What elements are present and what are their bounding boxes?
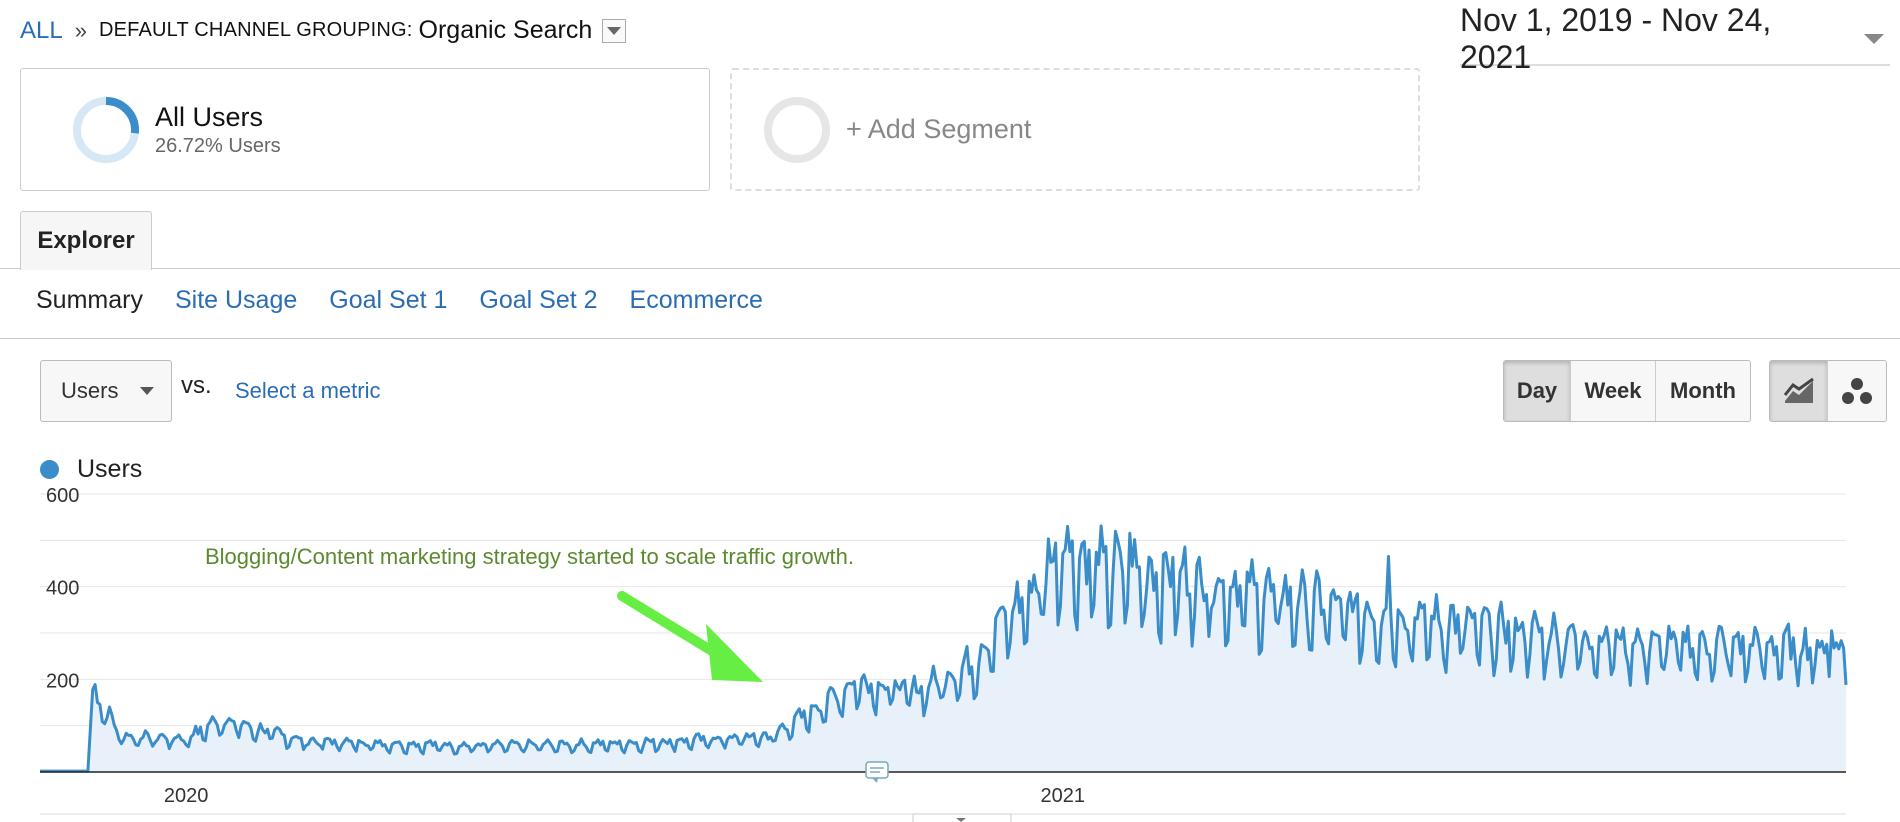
chevron-down-icon — [140, 387, 155, 395]
divider — [0, 338, 1900, 339]
tab-explorer[interactable]: Explorer — [20, 211, 152, 270]
granularity-day-button[interactable]: Day — [1504, 361, 1571, 421]
y-tick-label: 200 — [46, 670, 79, 692]
breadcrumb-value: Organic Search — [418, 16, 593, 44]
breadcrumb-separator: » — [74, 17, 87, 43]
breadcrumb-all-link[interactable]: ALL — [20, 17, 63, 45]
date-range-picker[interactable]: Nov 1, 2019 - Nov 24, 2021 — [1460, 2, 1890, 75]
add-segment-label: + Add Segment — [846, 114, 1032, 144]
chevron-down-icon — [607, 26, 622, 35]
legend-swatch-users — [40, 460, 59, 479]
segment-name: All Users — [155, 101, 264, 132]
breadcrumb: ALL » DEFAULT CHANNEL GROUPING: Organic … — [20, 16, 627, 45]
report-subtabs: Summary Site Usage Goal Set 1 Goal Set 2… — [36, 286, 763, 315]
segment-card-all-users[interactable]: All Users 26.72% Users — [20, 68, 710, 191]
subtab-summary[interactable]: Summary — [36, 286, 143, 315]
granularity-month-button[interactable]: Month — [1656, 361, 1750, 421]
y-tick-label: 400 — [46, 578, 79, 600]
line-chart-button[interactable] — [1770, 361, 1828, 421]
motion-chart-icon — [1842, 378, 1872, 404]
primary-metric-dropdown[interactable]: Users — [40, 360, 172, 422]
annotations-expand-tab[interactable] — [912, 813, 1012, 822]
empty-segment-circle-icon — [764, 96, 830, 163]
users-area-chart[interactable]: 200 400 600 2020 2021 — [0, 480, 1900, 822]
subtab-ecommerce[interactable]: Ecommerce — [630, 286, 763, 315]
annotation-arrow — [617, 591, 763, 682]
chevron-down-icon — [1864, 34, 1884, 44]
vs-label: vs. — [181, 372, 212, 399]
granularity-week-button[interactable]: Week — [1571, 361, 1656, 421]
granularity-toggle: Day Week Month — [1503, 360, 1751, 422]
subtab-site-usage[interactable]: Site Usage — [175, 286, 297, 315]
line-chart-icon — [1783, 377, 1814, 403]
x-tick-label: 2020 — [164, 785, 209, 807]
chart-annotation-text: Blogging/Content marketing strategy star… — [205, 544, 854, 569]
add-segment-button[interactable]: + Add Segment — [730, 68, 1420, 191]
select-metric-link[interactable]: Select a metric — [235, 378, 381, 404]
x-tick-label: 2021 — [1041, 785, 1086, 807]
motion-chart-button[interactable] — [1828, 361, 1886, 421]
tab-bar: Explorer — [0, 211, 1900, 270]
subtab-goal-set-2[interactable]: Goal Set 2 — [479, 286, 597, 315]
annotation-marker-icon[interactable] — [865, 761, 889, 783]
chart-type-toggle — [1769, 360, 1887, 422]
dimension-dropdown-button[interactable] — [602, 18, 627, 43]
primary-metric-label: Users — [61, 378, 119, 403]
y-tick-label: 600 — [46, 485, 79, 507]
segment-donut-icon — [73, 96, 139, 163]
subtab-goal-set-1[interactable]: Goal Set 1 — [329, 286, 447, 315]
segment-detail: 26.72% Users — [155, 134, 281, 157]
date-range-label: Nov 1, 2019 - Nov 24, 2021 — [1460, 2, 1772, 75]
breadcrumb-dimension: DEFAULT CHANNEL GROUPING: — [98, 19, 413, 41]
